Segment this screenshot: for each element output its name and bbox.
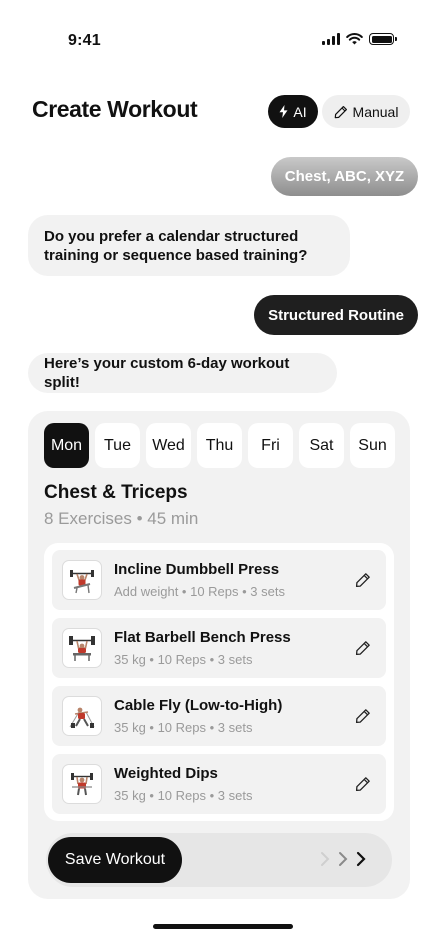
exercise-name: Cable Fly (Low-to-High) — [114, 697, 283, 714]
incline-press-icon — [62, 560, 102, 600]
mode-manual-button[interactable]: Manual — [322, 95, 410, 128]
edit-icon[interactable] — [354, 571, 372, 589]
chevron-right-icon — [321, 852, 330, 866]
exercise-detail: 35 kg • 10 Reps • 3 sets — [114, 788, 253, 803]
split-title: Chest & Triceps — [44, 482, 188, 503]
day-tab-mon[interactable]: Mon — [44, 423, 89, 468]
wifi-icon — [346, 33, 363, 45]
mode-ai-button[interactable]: AI — [268, 95, 318, 128]
edit-icon[interactable] — [354, 775, 372, 793]
exercise-name: Weighted Dips — [114, 765, 218, 782]
status-bar: 9:41 — [0, 0, 446, 80]
lightning-icon — [279, 105, 288, 118]
exercise-detail: Add weight • 10 Reps • 3 sets — [114, 584, 285, 599]
exercise-row[interactable]: Incline Dumbbell Press Add weight • 10 R… — [52, 550, 386, 610]
save-workout-slider[interactable]: Save Workout — [46, 833, 392, 887]
save-workout-button[interactable]: Save Workout — [48, 837, 182, 883]
exercise-detail: 35 kg • 10 Reps • 3 sets — [114, 720, 253, 735]
exercise-list: Incline Dumbbell Press Add weight • 10 R… — [44, 543, 394, 821]
mode-manual-label: Manual — [352, 103, 399, 120]
day-tab-fri[interactable]: Fri — [248, 423, 293, 468]
pencil-icon — [334, 105, 347, 118]
cable-fly-icon — [62, 696, 102, 736]
exercise-row[interactable]: Flat Barbell Bench Press 35 kg • 10 Reps… — [52, 618, 386, 678]
workout-plan-card: Mon Tue Wed Thu Fri Sat Sun Chest & Tric… — [28, 411, 410, 899]
chevron-right-icon — [356, 851, 366, 867]
status-time: 9:41 — [68, 32, 101, 49]
day-tabs: Mon Tue Wed Thu Fri Sat Sun — [44, 423, 395, 468]
edit-icon[interactable] — [354, 707, 372, 725]
exercise-name: Flat Barbell Bench Press — [114, 629, 291, 646]
exercise-name: Incline Dumbbell Press — [114, 561, 280, 578]
swipe-arrows — [318, 849, 368, 869]
home-indicator — [153, 924, 293, 929]
exercise-detail: 35 kg • 10 Reps • 3 sets — [114, 652, 253, 667]
dips-icon — [62, 764, 102, 804]
assistant-message-bubble: Here’s your custom 6-day workout split! — [28, 353, 337, 393]
assistant-message-bubble: Do you prefer a calendar structured trai… — [28, 215, 350, 276]
day-tab-sat[interactable]: Sat — [299, 423, 344, 468]
status-icons — [322, 33, 397, 45]
chevron-right-icon — [339, 852, 348, 866]
edit-icon[interactable] — [354, 639, 372, 657]
day-tab-wed[interactable]: Wed — [146, 423, 191, 468]
bench-press-icon — [62, 628, 102, 668]
day-tab-thu[interactable]: Thu — [197, 423, 242, 468]
day-tab-tue[interactable]: Tue — [95, 423, 140, 468]
mode-toggle: AI Manual — [268, 95, 410, 128]
exercise-row[interactable]: Weighted Dips 35 kg • 10 Reps • 3 sets — [52, 754, 386, 814]
split-meta: 8 Exercises • 45 min — [44, 509, 199, 528]
day-tab-sun[interactable]: Sun — [350, 423, 395, 468]
page-title: Create Workout — [32, 96, 198, 122]
mode-ai-label: AI — [293, 103, 307, 120]
user-message-bubble: Structured Routine — [254, 295, 418, 335]
battery-icon — [369, 33, 397, 45]
user-message-bubble: Chest, ABC, XYZ — [271, 157, 418, 196]
exercise-row[interactable]: Cable Fly (Low-to-High) 35 kg • 10 Reps … — [52, 686, 386, 746]
signal-icon — [322, 33, 340, 45]
